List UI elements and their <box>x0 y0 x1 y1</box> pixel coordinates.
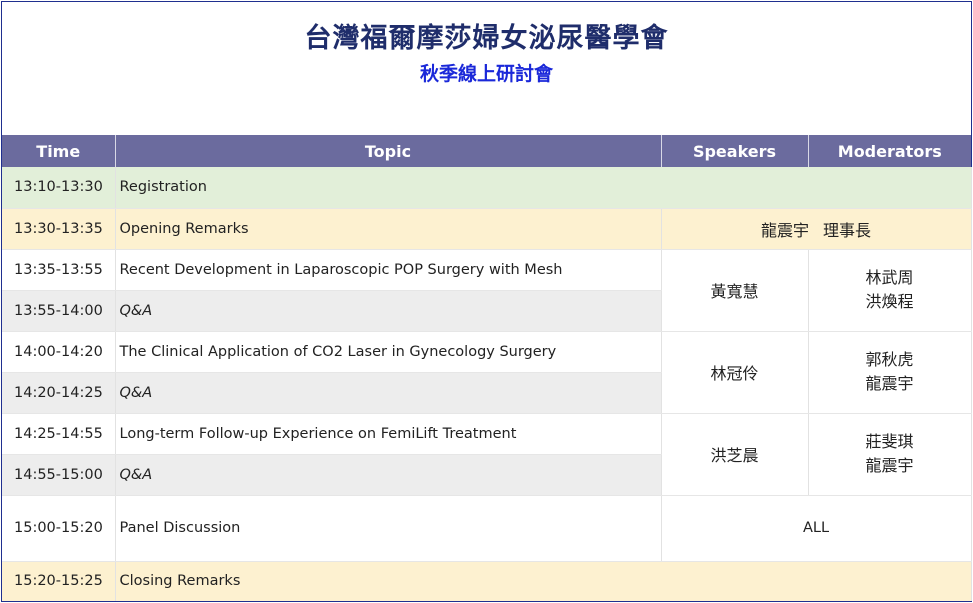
schedule-table: Time Topic Speakers Moderators 13:10-13:… <box>2 135 972 601</box>
time-cell: 14:25-14:55 <box>2 413 116 455</box>
topic-cell: The Clinical Application of CO2 Laser in… <box>115 331 662 373</box>
time-cell: 13:10-13:30 <box>2 167 116 209</box>
speaker-cell: 黃寬慧 <box>661 249 809 332</box>
table-row: 14:00-14:20 The Clinical Application of … <box>2 331 972 414</box>
time-cell: 14:55-15:00 <box>2 454 116 496</box>
table-row: 13:35-13:55 Recent Development in Laparo… <box>2 249 972 332</box>
moderator-cell: 莊斐琪 龍震宇 <box>808 413 972 496</box>
moderator-cell: 林武周 洪煥程 <box>808 249 972 332</box>
moderator-name: 林武周 <box>865 268 914 287</box>
column-header-time: Time <box>2 135 116 167</box>
table-row: 15:20-15:25 Closing Remarks <box>2 561 972 601</box>
column-header-speakers: Speakers <box>661 135 809 167</box>
speaker-cell: 林冠伶 <box>661 331 809 414</box>
topic-cell: Q&A <box>115 454 662 496</box>
speaker-cell: 龍震宇 理事長 <box>661 208 972 250</box>
moderator-name: 龍震宇 <box>865 456 914 475</box>
column-header-moderators: Moderators <box>808 135 971 167</box>
topic-cell: Closing Remarks <box>115 561 972 601</box>
moderator-name: 郭秋虎 <box>865 350 914 369</box>
time-cell: 14:00-14:20 <box>2 331 116 373</box>
table-row: 13:10-13:30 Registration <box>2 167 972 209</box>
page-title: 台灣福爾摩莎婦女泌尿醫學會 <box>304 23 669 54</box>
column-header-topic: Topic <box>115 135 662 167</box>
moderator-name: 莊斐琪 <box>865 432 914 451</box>
topic-cell: Q&A <box>115 372 662 414</box>
time-cell: 13:30-13:35 <box>2 208 116 250</box>
speaker-cell: ALL <box>661 495 972 562</box>
speaker-name: 龍震宇 <box>760 220 809 240</box>
time-cell: 13:35-13:55 <box>2 249 116 291</box>
moderator-cell: 郭秋虎 龍震宇 <box>808 331 972 414</box>
moderator-name: 洪煥程 <box>865 292 914 311</box>
speaker-title: 理事長 <box>823 220 872 240</box>
time-cell: 15:00-15:20 <box>2 495 116 562</box>
schedule-page: 台灣福爾摩莎婦女泌尿醫學會 秋季線上研討會 Time Topic Speaker… <box>1 1 972 602</box>
time-cell: 15:20-15:25 <box>2 561 116 601</box>
topic-cell: Panel Discussion <box>115 495 662 562</box>
page-header: 台灣福爾摩莎婦女泌尿醫學會 秋季線上研討會 <box>2 2 971 135</box>
table-header-row: Time Topic Speakers Moderators <box>2 135 971 167</box>
speaker-cell: 洪芝晨 <box>661 413 809 496</box>
topic-cell: Q&A <box>115 290 662 332</box>
time-cell: 13:55-14:00 <box>2 290 116 332</box>
topic-cell: Recent Development in Laparoscopic POP S… <box>115 249 662 291</box>
time-cell: 14:20-14:25 <box>2 372 116 414</box>
topic-cell: Long-term Follow-up Experience on FemiLi… <box>115 413 662 455</box>
table-row: 14:25-14:55 Long-term Follow-up Experien… <box>2 413 972 496</box>
table-row: 13:30-13:35 Opening Remarks 龍震宇 理事長 <box>2 208 972 250</box>
moderator-name: 龍震宇 <box>865 374 914 393</box>
table-row: 15:00-15:20 Panel Discussion ALL <box>2 495 972 562</box>
page-subtitle: 秋季線上研討會 <box>419 63 553 85</box>
topic-cell: Opening Remarks <box>115 208 662 250</box>
topic-cell: Registration <box>115 167 972 209</box>
